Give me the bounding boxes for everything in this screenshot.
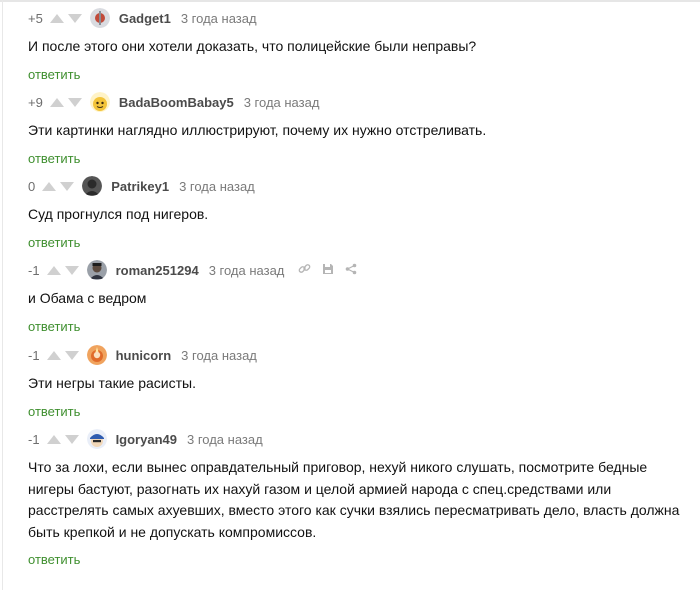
username[interactable]: hunicorn [116, 348, 172, 363]
comment: +5 Gadget1 3 года назад И после этого он… [28, 8, 692, 84]
upvote-icon[interactable] [46, 265, 61, 275]
downvote-icon[interactable] [67, 13, 82, 23]
username[interactable]: roman251294 [116, 263, 199, 278]
vote-controls [46, 350, 79, 360]
username[interactable]: Igoryan49 [116, 432, 177, 447]
comment-rating: 0 [28, 178, 36, 194]
comment-rating: -1 [28, 347, 40, 363]
comment: -1 roman251294 3 года назад и Обама с ве… [28, 260, 692, 336]
comment-header: -1 hunicorn 3 года назад [28, 345, 692, 365]
reply-link[interactable]: ответить [28, 235, 80, 250]
top-divider [0, 0, 700, 2]
reply-link[interactable]: ответить [28, 552, 80, 567]
avatar[interactable] [86, 345, 107, 365]
comment: -1 Igoryan49 3 года назад Что за лохи, е… [28, 429, 692, 569]
timestamp[interactable]: 3 года назад [209, 263, 285, 278]
comment-text: и Обама с ведром [28, 290, 147, 306]
avatar[interactable] [86, 429, 107, 449]
share-icon[interactable] [345, 263, 357, 278]
comment: +9 BadaBoomBabay5 3 года назад Эти карти… [28, 92, 692, 168]
upvote-icon[interactable] [42, 181, 57, 191]
comment-rating: +9 [28, 94, 43, 110]
avatar[interactable] [82, 176, 103, 196]
username[interactable]: BadaBoomBabay5 [119, 95, 234, 110]
comment-text: Суд прогнулся под нигеров. [28, 206, 209, 222]
comment-rating: -1 [28, 431, 40, 447]
upvote-icon[interactable] [46, 350, 61, 360]
upvote-icon[interactable] [49, 13, 64, 23]
username[interactable]: Patrikey1 [111, 179, 169, 194]
upvote-icon[interactable] [49, 97, 64, 107]
downvote-icon[interactable] [64, 265, 79, 275]
comment-text: Что за лохи, если вынес оправдательный п… [28, 459, 680, 540]
vote-controls [42, 181, 75, 191]
vote-controls [49, 13, 82, 23]
save-icon[interactable] [322, 263, 334, 278]
thread-line [2, 0, 3, 590]
reply-link[interactable]: ответить [28, 67, 80, 82]
comment: -1 hunicorn 3 года назад Эти негры такие… [28, 345, 692, 421]
username[interactable]: Gadget1 [119, 11, 171, 26]
reply-link[interactable]: ответить [28, 319, 80, 334]
reply-link[interactable]: ответить [28, 151, 80, 166]
downvote-icon[interactable] [64, 434, 79, 444]
downvote-icon[interactable] [60, 181, 75, 191]
comment-text: И после этого они хотели доказать, что п… [28, 38, 477, 54]
reply-link[interactable]: ответить [28, 404, 80, 419]
downvote-icon[interactable] [64, 350, 79, 360]
downvote-icon[interactable] [67, 97, 82, 107]
avatar[interactable] [89, 8, 110, 28]
comment-tools [298, 262, 357, 278]
comment-header: +9 BadaBoomBabay5 3 года назад [28, 92, 692, 112]
timestamp[interactable]: 3 года назад [187, 432, 263, 447]
vote-controls [46, 434, 79, 444]
avatar[interactable] [89, 92, 110, 112]
vote-controls [46, 265, 79, 275]
comment-rating: -1 [28, 262, 40, 278]
upvote-icon[interactable] [46, 434, 61, 444]
comment-header: 0 Patrikey1 3 года назад [28, 176, 692, 196]
timestamp[interactable]: 3 года назад [244, 95, 320, 110]
timestamp[interactable]: 3 года назад [179, 179, 255, 194]
comment-header: +5 Gadget1 3 года назад [28, 8, 692, 28]
comment-rating: +5 [28, 10, 43, 26]
vote-controls [49, 97, 82, 107]
timestamp[interactable]: 3 года назад [181, 11, 257, 26]
timestamp[interactable]: 3 года назад [181, 348, 257, 363]
avatar[interactable] [86, 260, 107, 280]
comment-text: Эти картинки наглядно иллюстрируют, поче… [28, 122, 487, 138]
comment-text: Эти негры такие расисты. [28, 375, 196, 391]
link-icon[interactable] [298, 262, 311, 278]
comment-header: -1 Igoryan49 3 года назад [28, 429, 692, 449]
comment-header: -1 roman251294 3 года назад [28, 260, 692, 280]
comment: 0 Patrikey1 3 года назад Суд прогнулся п… [28, 176, 692, 252]
